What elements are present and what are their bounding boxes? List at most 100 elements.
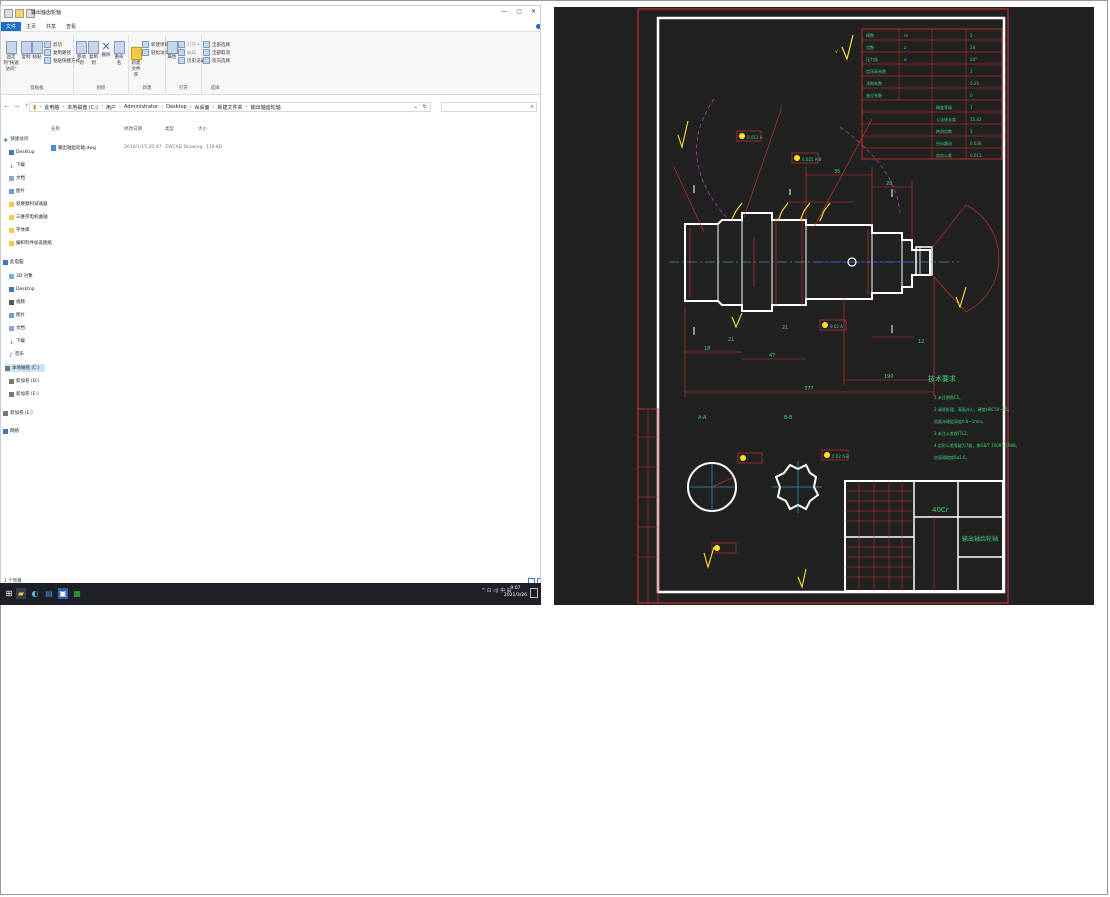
nav-pc-item[interactable]: 新加卷 (D:)	[9, 377, 39, 385]
forward-icon[interactable]: →	[14, 103, 19, 110]
breadcrumb-item[interactable]: 此电脑	[44, 104, 59, 111]
cad-drawing-viewer[interactable]: 模数 齿数 压力角 齿顶高系数 顶隙系数 变位系数 精度等级 公法线长度 跨测齿数 径向跳动…	[554, 7, 1094, 605]
cut-icon	[44, 41, 51, 48]
address-dropdown-icon[interactable]: ⌄	[414, 104, 418, 110]
dim-377: 377	[804, 386, 814, 392]
svg-text:齿向公差: 齿向公差	[936, 152, 952, 158]
nav-this-pc[interactable]: 此电脑	[3, 258, 24, 266]
nav-pinned-item[interactable]: 字体库	[9, 226, 30, 234]
refresh-icon[interactable]: ↻	[423, 104, 427, 110]
document-app-icon[interactable]: ▤	[44, 588, 54, 599]
svg-text:7: 7	[970, 105, 973, 110]
svg-text:0: 0	[970, 93, 973, 98]
maximize-button[interactable]: ▢	[516, 8, 522, 15]
breadcrumb-item[interactable]: Administrator	[124, 104, 158, 110]
clock[interactable]: 9:07 2021/3/26	[504, 585, 527, 599]
column-header-size[interactable]: 大小	[198, 126, 207, 132]
folder-icon	[9, 240, 14, 246]
copy-button[interactable]: 复制	[21, 41, 32, 61]
pin-quick-access-button[interactable]: 固定到"快速访问"	[3, 41, 19, 73]
nav-pc-item[interactable]: ♪ 音乐	[9, 350, 24, 359]
nav-pc-item[interactable]: 图片	[9, 311, 25, 319]
minimize-button[interactable]: —	[501, 8, 507, 15]
nav-pc-item[interactable]: 视频	[9, 298, 25, 306]
breadcrumb-item[interactable]: 本地磁盘 (C:)	[67, 104, 98, 111]
drive-icon	[5, 365, 10, 371]
new-folder-button[interactable]: 新建 文件夹	[130, 41, 142, 79]
tab-share[interactable]: 共享	[41, 22, 61, 31]
open-button[interactable]: 打开 ▾	[178, 41, 200, 48]
delete-button[interactable]: ✕ 删除	[101, 41, 111, 59]
help-icon[interactable]	[536, 24, 540, 29]
paste-button[interactable]: 粘贴	[32, 41, 43, 61]
nav-pc-item[interactable]: Desktop	[9, 285, 35, 293]
edge-browser-icon[interactable]: ◐	[30, 588, 40, 599]
edit-button[interactable]: 编辑	[178, 49, 196, 56]
search-input[interactable]: ⌕	[441, 102, 537, 112]
select-all-button[interactable]: 全部选择	[203, 41, 230, 48]
nav-pinned-item[interactable]: 图片	[9, 187, 25, 195]
column-header-name[interactable]: 名称	[51, 126, 60, 132]
breadcrumb-item[interactable]: 输出轴齿轮轴	[251, 104, 281, 111]
tab-file[interactable]: 文件	[1, 22, 22, 31]
ribbon: 固定到"快速访问" 复制 粘贴 剪切 复制路径 粘贴快捷方式 剪贴板 移动到 复…	[1, 32, 540, 95]
address-bar[interactable]: ▮ › 此电脑 › 本地磁盘 (C:) › 用户 › Administrator › De…	[29, 102, 431, 112]
breadcrumb-item[interactable]: 用户	[106, 104, 116, 111]
new-folder-icon	[130, 47, 142, 60]
dim-47: 47	[769, 353, 775, 359]
breadcrumb-item[interactable]: 新建文件夹	[218, 104, 243, 111]
file-explorer-taskbar-icon[interactable]: ▰	[16, 588, 26, 599]
section-view-b: B-B	[772, 415, 822, 513]
properties-button[interactable]: 属性	[167, 41, 178, 61]
group-label-select: 选择	[210, 86, 220, 91]
tab-home[interactable]: 主页	[21, 22, 41, 31]
breadcrumb-item[interactable]: Desktop	[166, 104, 187, 110]
properties-quick-icon[interactable]	[4, 9, 13, 18]
history-button[interactable]: 历史记录	[178, 57, 205, 64]
nav-pc-item[interactable]: ↓ 下载	[9, 337, 25, 346]
spreadsheet-app-icon[interactable]: ▦	[72, 588, 82, 599]
ribbon-group-new: 新建 文件夹 新建项目 ▾ 轻松访问 ▾ 新建	[129, 35, 173, 93]
close-button[interactable]: ✕	[531, 8, 536, 15]
breadcrumb-item[interactable]: Ai桌面	[195, 104, 210, 111]
rename-icon	[113, 41, 125, 54]
nav-pc-item[interactable]: 新加卷 (E:)	[9, 390, 39, 398]
rename-button[interactable]: 重命名	[113, 41, 125, 67]
nav-pinned-item[interactable]: 编织料件加盖图纸	[9, 239, 52, 247]
clock-time: 9:07	[510, 586, 521, 591]
taskbar: ⊞ ▰ ◐ ▤ ▣ ▦ ^ ⊡ ◁) 中 ⊞ 9:07 2021/3/26	[0, 583, 541, 605]
nav-pinned-item[interactable]: 就要顺利减速器	[9, 200, 48, 208]
nav-volume-e[interactable]: 新加卷 (E:)	[3, 409, 33, 417]
nav-pc-item[interactable]: 文档	[9, 324, 25, 332]
move-to-button[interactable]: 移动到	[76, 41, 87, 67]
ribbon-group-organize: 移动到 复制到 ✕ 删除 重命名 组织	[74, 35, 129, 93]
nav-pinned-item[interactable]: ↓ 下载	[9, 161, 25, 170]
copy-path-button[interactable]: 复制路径	[44, 49, 71, 56]
nav-pinned-item[interactable]: 文档	[9, 174, 25, 182]
file-row[interactable]: 输出轴齿轮轴.dwg 2010/1/15 20:47 ZWCAD Drawing…	[49, 145, 229, 153]
column-header-type[interactable]: 类型	[165, 126, 174, 132]
tab-view[interactable]: 查看	[61, 22, 81, 31]
nav-network[interactable]: 网络	[3, 427, 19, 435]
invert-selection-button[interactable]: 反向选择	[203, 57, 230, 64]
folder-quick-icon[interactable]	[15, 9, 24, 18]
column-header-date[interactable]: 修改日期	[124, 126, 142, 132]
notification-icon[interactable]	[530, 588, 538, 598]
nav-quick-access[interactable]: ★ 快速访问	[3, 135, 28, 144]
nav-pinned-item[interactable]: 三维带电机曲轴	[9, 213, 48, 221]
cut-button[interactable]: 剪切	[44, 41, 62, 48]
svg-text:0.012 A: 0.012 A	[747, 135, 763, 140]
copy-to-button[interactable]: 复制到	[88, 41, 99, 67]
back-icon[interactable]: ←	[4, 103, 9, 110]
vertical-scrollbar[interactable]	[536, 24, 540, 64]
nav-pinned-item[interactable]: Desktop	[9, 148, 35, 156]
nav-pc-item-selected[interactable]: 本地磁盘 (C:)	[5, 364, 45, 372]
edit-icon	[178, 49, 185, 56]
folder-icon	[9, 214, 14, 220]
select-none-button[interactable]: 全部取消	[203, 49, 230, 56]
cad-app-icon[interactable]: ▣	[58, 588, 68, 599]
svg-text:√: √	[835, 49, 839, 55]
invert-selection-icon	[203, 57, 210, 64]
windows-start-icon[interactable]: ⊞	[4, 588, 14, 599]
nav-pc-item[interactable]: 3D 对象	[9, 272, 33, 280]
